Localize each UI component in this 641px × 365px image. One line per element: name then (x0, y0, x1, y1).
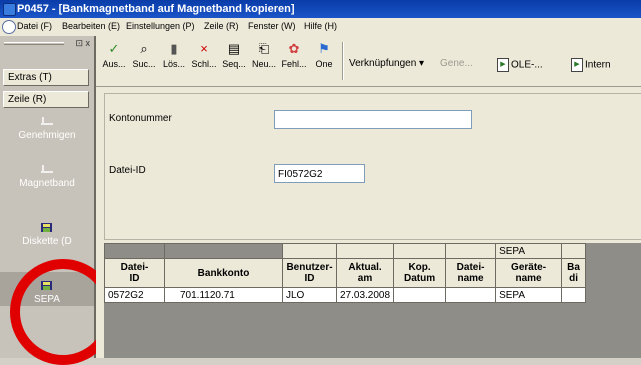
kontonummer-input[interactable] (274, 110, 472, 129)
grid-top-row: SEPA (104, 243, 587, 259)
zeile-button[interactable]: Zeile (R) (3, 91, 89, 108)
data-table: SEPA Datei- ID Bankkonto Benutzer- ID Aktu… (104, 243, 587, 303)
col-header-bank-di[interactable]: Ba di (561, 258, 587, 288)
disk-icon (40, 222, 54, 232)
sidebar-item-label: Diskette (D (22, 236, 72, 247)
intern-link[interactable]: ▶ Intern (571, 58, 611, 72)
sidebar-item-label: Genehmigen (18, 130, 76, 141)
sidebar-item-diskette[interactable]: Diskette (D (0, 222, 94, 247)
col-header-geraete-name[interactable]: Geräte-name (495, 258, 563, 288)
menu-fenster[interactable]: Fenster (W) (248, 21, 296, 31)
menu-hilfe[interactable]: Hilfe (H) (304, 21, 337, 31)
cell-kop-datum (393, 287, 447, 303)
close-icon: × (200, 41, 208, 56)
dock-grip[interactable] (4, 42, 64, 45)
app-icon (3, 3, 16, 16)
one-icon: ⚑ (318, 41, 330, 56)
tb-button-one[interactable]: ⚑ One (310, 41, 338, 70)
cell-geraete-name: SEPA (495, 287, 563, 303)
col-header-kop-datum[interactable]: Kop. Datum (393, 258, 447, 288)
check-icon: ✓ (108, 41, 120, 56)
kontonummer-label: Kontonummer (109, 113, 172, 124)
gene-link[interactable]: Gene... (440, 58, 473, 69)
window-title: P0457 - [Bankmagnetband auf Magnetband k… (17, 3, 295, 15)
tb-button-suchen[interactable]: ⌕ Suc... (130, 41, 158, 70)
grid-header-row: Datei- ID Bankkonto Benutzer- ID Aktual. am… (104, 258, 587, 288)
search-icon: ⌕ (140, 41, 148, 56)
cell-bank-di (561, 287, 587, 303)
col-header-datei-name[interactable]: Datei-name (445, 258, 497, 288)
datei-id-label: Datei-ID (109, 165, 146, 176)
cell-bankkonto: 701.1120.71 (164, 287, 283, 303)
header-form: Kontonummer Datei-ID FI0572G2 (104, 93, 641, 240)
menu-bar: Datei (F) Bearbeiten (E) Einstellungen (… (0, 18, 641, 37)
grid-top-cell-sepa: SEPA (495, 243, 563, 259)
error-icon: ✿ (288, 41, 300, 56)
sidebar-item-magnetband[interactable]: Magnetband (0, 164, 94, 189)
cell-datei-name (445, 287, 497, 303)
document-icon: ▶ (571, 58, 583, 72)
sidebar-dock: ⊡ x (0, 38, 92, 49)
datei-id-input[interactable]: FI0572G2 (274, 164, 365, 183)
new-icon: ⎗ (258, 41, 270, 56)
sidebar-item-label: Magnetband (19, 178, 75, 189)
col-header-aktual-am[interactable]: Aktual. am (335, 258, 395, 288)
cell-datei-id: 0572G2 (104, 287, 165, 303)
tb-button-sequenz[interactable]: ▤ Seq... (220, 41, 248, 70)
tb-button-fehler[interactable]: ✿ Fehl... (280, 41, 308, 70)
data-grid: SEPA Datei- ID Bankkonto Benutzer- ID Aktu… (104, 243, 641, 358)
menu-bearbeiten[interactable]: Bearbeiten (E) (62, 21, 120, 31)
document-icon: ▤ (227, 41, 241, 56)
pen-icon (40, 164, 54, 174)
ole-link[interactable]: ▶ OLE-... (497, 58, 543, 72)
col-header-bankkonto[interactable]: Bankkonto (164, 258, 283, 288)
table-row[interactable]: 0572G2 701.1120.71 JLO 27.03.2008 SEPA (104, 287, 587, 303)
dock-close-icon[interactable]: ⊡ x (75, 38, 90, 49)
cell-aktual-am: 27.03.2008 (335, 287, 395, 303)
sidebar-item-genehmigen[interactable]: Genehmigen (0, 116, 94, 141)
cell-benutzer-id: JLO (282, 287, 337, 303)
trash-icon: ▮ (170, 41, 178, 56)
tb-button-neu[interactable]: ⎗ Neu... (250, 41, 278, 70)
window-menu-icon[interactable] (2, 20, 16, 34)
tb-button-schliessen[interactable]: × Schl... (190, 41, 218, 70)
tb-button-loeschen[interactable]: ▮ Lös... (160, 41, 188, 70)
menu-zeile[interactable]: Zeile (R) (204, 21, 239, 31)
toolbar: ✓ Aus... ⌕ Suc... ▮ Lös... × Schl... ▤ S… (96, 36, 641, 87)
tb-button-aus[interactable]: ✓ Aus... (100, 41, 128, 70)
menu-einstellungen[interactable]: Einstellungen (P) (126, 21, 195, 31)
col-header-benutzer-id[interactable]: Benutzer- ID (282, 258, 337, 288)
menu-datei[interactable]: Datei (F) (17, 21, 52, 31)
title-bar: P0457 - [Bankmagnetband auf Magnetband k… (0, 0, 641, 18)
col-header-datei-id[interactable]: Datei- ID (104, 258, 165, 288)
extras-button[interactable]: Extras (T) (3, 69, 89, 86)
document-icon: ▶ (497, 58, 509, 72)
toolbar-separator (342, 42, 344, 80)
pen-icon (40, 116, 54, 126)
verknuepfungen-dropdown[interactable]: Verknüpfungen ▾ (349, 58, 424, 69)
